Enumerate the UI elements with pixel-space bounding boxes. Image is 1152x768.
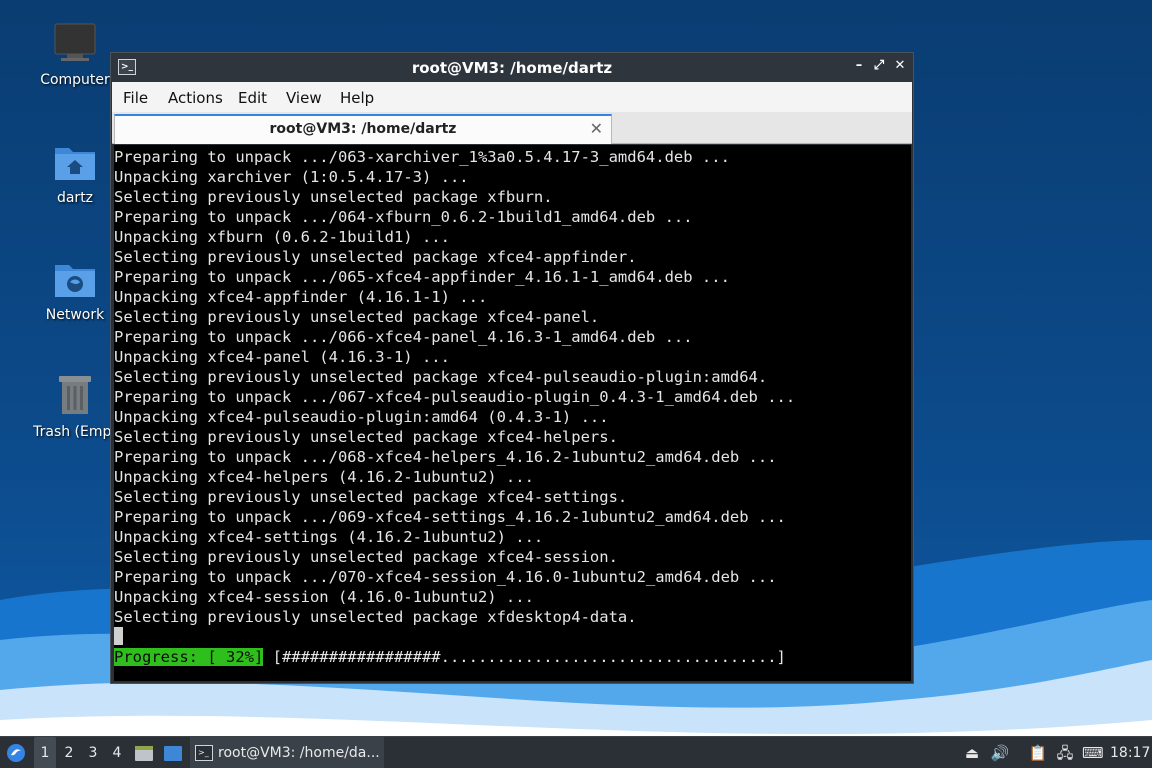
- menu-actions[interactable]: Actions: [168, 89, 223, 107]
- trash-icon: [51, 372, 99, 420]
- terminal-line: Selecting previously unselected package …: [114, 548, 618, 566]
- clock[interactable]: 18:17: [1110, 737, 1150, 768]
- cursor-line: [114, 627, 911, 647]
- progress-bar: [#################......................…: [263, 648, 786, 666]
- home-folder-icon: [51, 138, 99, 186]
- network-folder-icon: [51, 255, 99, 303]
- terminal-line: Preparing to unpack .../063-xarchiver_1%…: [114, 148, 730, 166]
- progress-line: Progress: [ 32%] [#################.....…: [114, 647, 911, 667]
- terminal-line: Unpacking xfce4-pulseaudio-plugin:amd64 …: [114, 408, 609, 426]
- menu-edit[interactable]: Edit: [238, 89, 267, 107]
- close-button[interactable]: ✕: [892, 58, 908, 74]
- terminal-line: Unpacking xfce4-settings (4.16.2-1ubuntu…: [114, 528, 544, 546]
- show-desktop-icon[interactable]: [133, 737, 155, 768]
- menu-file[interactable]: File: [123, 89, 148, 107]
- terminal-line: Preparing to unpack .../067-xfce4-pulsea…: [114, 388, 796, 406]
- terminal-cursor: [114, 627, 123, 645]
- terminal-line: Preparing to unpack .../069-xfce4-settin…: [114, 508, 786, 526]
- terminal-line: Selecting previously unselected package …: [114, 488, 628, 506]
- keyboard-icon[interactable]: ⌨: [1082, 737, 1104, 768]
- terminal-window[interactable]: >_ root@VM3: /home/dartz – ⤢ ✕ File Acti…: [110, 52, 914, 684]
- workspace-1[interactable]: 1: [34, 737, 56, 768]
- minimize-button[interactable]: –: [851, 58, 867, 74]
- workspace-4[interactable]: 4: [106, 737, 128, 768]
- terminal-icon: >_: [195, 745, 213, 761]
- taskbar-terminal-button[interactable]: >_ root@VM3: /home/da...: [190, 737, 384, 768]
- tab-terminal[interactable]: root@VM3: /home/dartz ✕: [114, 114, 612, 144]
- terminal-line: Unpacking xfce4-helpers (4.16.2-1ubuntu2…: [114, 468, 534, 486]
- taskbar: 1 2 3 4 >_ root@VM3: /home/da... ⏏ 🔊 📋 🖧…: [0, 736, 1152, 768]
- window-titlebar[interactable]: >_ root@VM3: /home/dartz – ⤢ ✕: [111, 53, 913, 82]
- taskbar-task-title: root@VM3: /home/da...: [218, 745, 380, 761]
- terminal-line: Unpacking xfce4-appfinder (4.16.1-1) ...: [114, 288, 488, 306]
- progress-label: Progress: [ 32%]: [114, 648, 264, 666]
- menu-view[interactable]: View: [286, 89, 322, 107]
- terminal-line: Preparing to unpack .../065-xfce4-appfin…: [114, 268, 730, 286]
- terminal-line: Preparing to unpack .../068-xfce4-helper…: [114, 448, 777, 466]
- tab-bar: root@VM3: /home/dartz ✕: [112, 112, 912, 144]
- volume-icon[interactable]: 🔊: [990, 737, 1010, 768]
- menu-help[interactable]: Help: [340, 89, 374, 107]
- maximize-button[interactable]: ⤢: [871, 58, 887, 74]
- whisker-menu-icon[interactable]: [4, 737, 28, 768]
- tab-close-button[interactable]: ✕: [590, 119, 603, 138]
- terminal-line: Preparing to unpack .../064-xfburn_0.6.2…: [114, 208, 693, 226]
- workspace-3[interactable]: 3: [82, 737, 104, 768]
- file-manager-icon[interactable]: [162, 737, 184, 768]
- monitor-icon: [51, 20, 99, 68]
- terminal-line: Selecting previously unselected package …: [114, 188, 553, 206]
- tab-title: root@VM3: /home/dartz: [269, 121, 457, 137]
- terminal-line: Selecting previously unselected package …: [114, 248, 637, 266]
- terminal-line: Unpacking xarchiver (1:0.5.4.17-3) ...: [114, 168, 469, 186]
- terminal-line: Selecting previously unselected package …: [114, 308, 600, 326]
- terminal-output[interactable]: Preparing to unpack .../063-xarchiver_1%…: [114, 145, 911, 681]
- network-icon[interactable]: 🖧: [1055, 737, 1075, 768]
- terminal-line: Unpacking xfburn (0.6.2-1build1) ...: [114, 228, 450, 246]
- menu-bar: File Actions Edit View Help: [112, 82, 912, 112]
- terminal-line: Selecting previously unselected package …: [114, 428, 618, 446]
- clipboard-icon[interactable]: 📋: [1028, 737, 1048, 768]
- terminal-line: Unpacking xfce4-panel (4.16.3-1) ...: [114, 348, 450, 366]
- terminal-line: Selecting previously unselected package …: [114, 608, 637, 626]
- eject-icon[interactable]: ⏏: [962, 737, 982, 768]
- terminal-line: Unpacking xfce4-session (4.16.0-1ubuntu2…: [114, 588, 534, 606]
- window-title: root@VM3: /home/dartz: [411, 59, 613, 77]
- terminal-line: Preparing to unpack .../070-xfce4-sessio…: [114, 568, 777, 586]
- terminal-line: Preparing to unpack .../066-xfce4-panel_…: [114, 328, 693, 346]
- terminal-line: Selecting previously unselected package …: [114, 368, 768, 386]
- workspace-2[interactable]: 2: [58, 737, 80, 768]
